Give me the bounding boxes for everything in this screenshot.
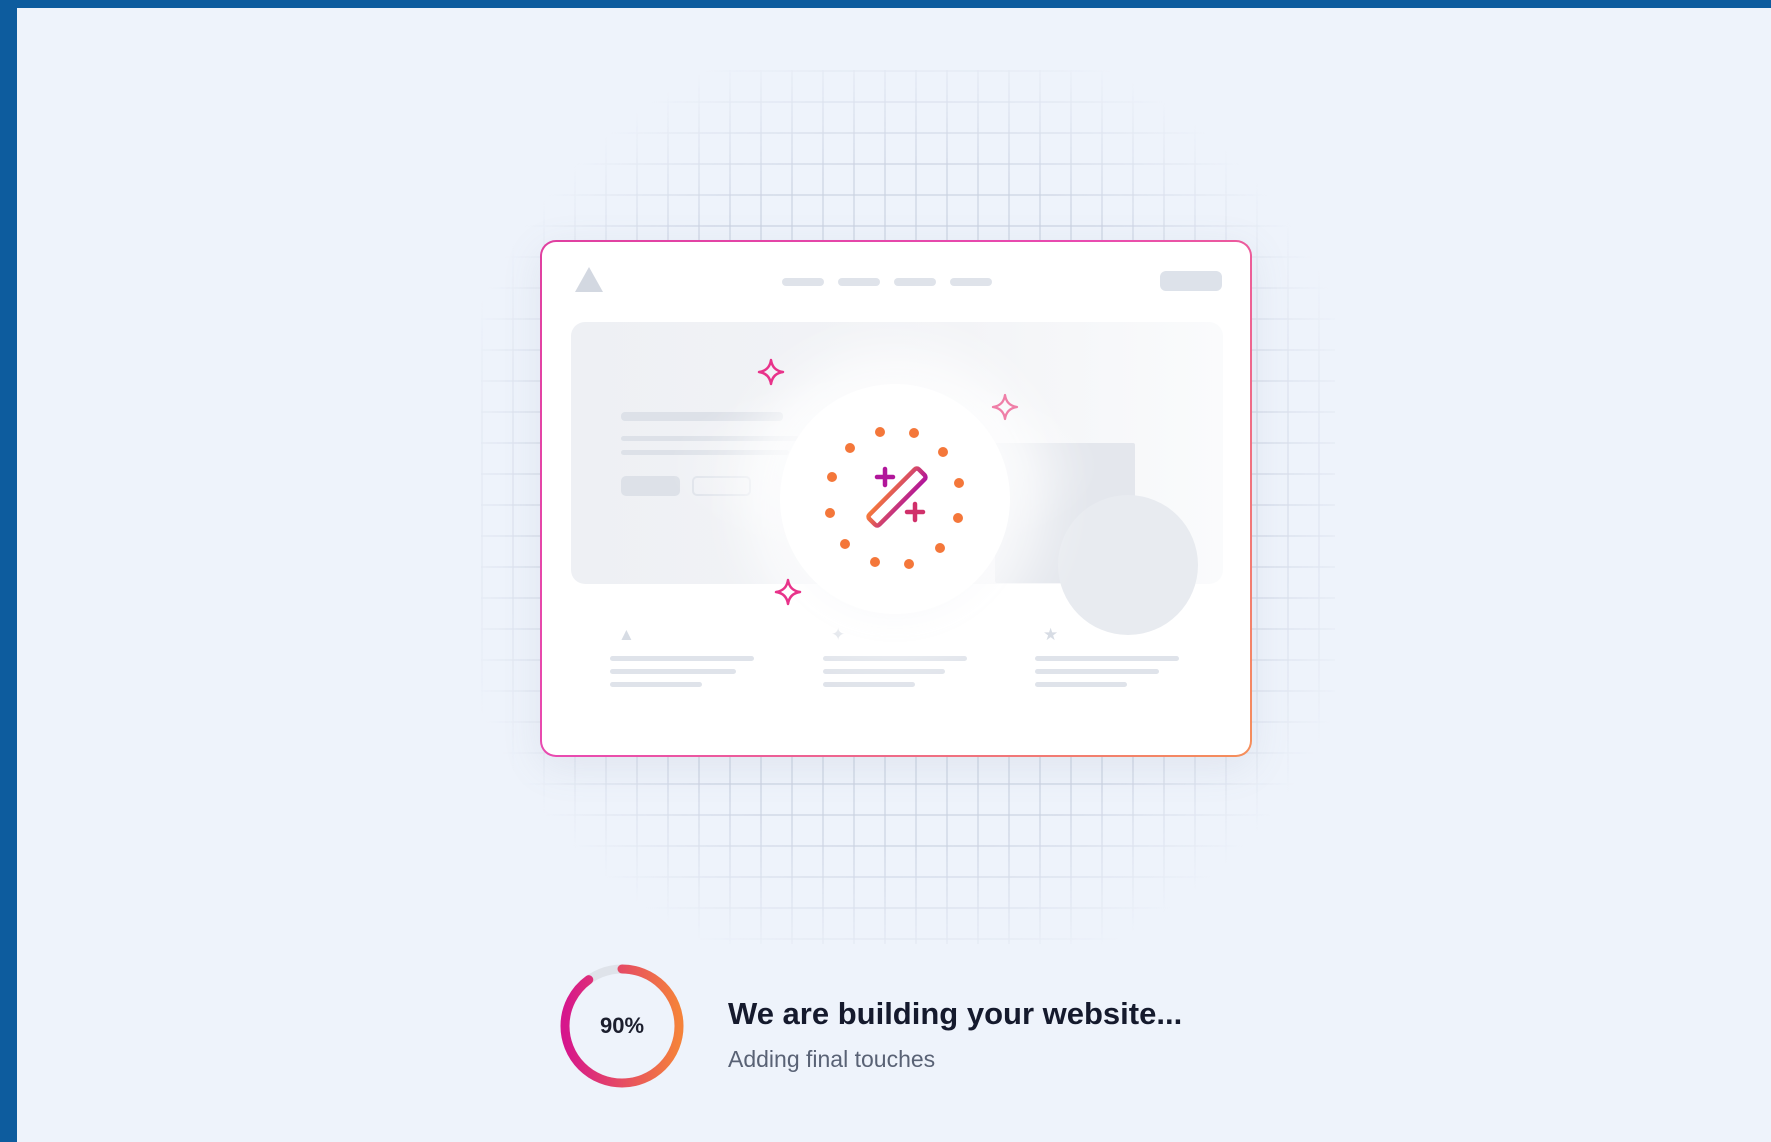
star-icon: ★ [1043,625,1059,644]
website-mockup: ▲ ✦ ★ [542,242,1250,755]
mockup-nav-item [782,278,824,286]
diamond-icon: ✦ [831,625,846,644]
loading-dots-ring [825,427,964,569]
status-subtitle: Adding final touches [728,1046,936,1072]
mockup-feature-line [823,682,915,687]
status-title: We are building your website... [728,996,1183,1031]
mockup-nav-item [894,278,936,286]
mockup-feature: ▲ [610,626,760,695]
magic-wand-icon [866,466,928,528]
website-preview-card: ▲ ✦ ★ [540,240,1252,757]
mockup-nav [782,278,992,286]
progress-indicator: 90% [559,963,685,1089]
sparkle-icon [774,578,802,606]
build-progress-page: ▲ ✦ ★ 90% We are building your website..… [17,8,1771,1142]
mockup-feature-line [1035,656,1179,661]
sparkle-icon [757,358,785,386]
mockup-feature-line [610,656,754,661]
mockup-nav-item [950,278,992,286]
mockup-nav-item [838,278,880,286]
mockup-feature-line [1035,682,1127,687]
mockup-feature-line [1035,669,1159,674]
sparkle-icon [991,393,1019,421]
mockup-logo-icon [575,267,603,292]
mockup-feature-line [823,669,945,674]
magic-wand-loader [780,384,1010,614]
mockup-feature-line [610,669,736,674]
mockup-feature-line [610,682,702,687]
mockup-feature-line [823,656,967,661]
mockup-cta-button [1160,271,1222,291]
mockup-feature: ✦ [823,626,973,695]
triangle-icon: ▲ [618,625,635,644]
progress-percent-label: 90% [599,1013,645,1038]
loading-dots [825,427,964,569]
mockup-feature: ★ [1035,626,1185,695]
